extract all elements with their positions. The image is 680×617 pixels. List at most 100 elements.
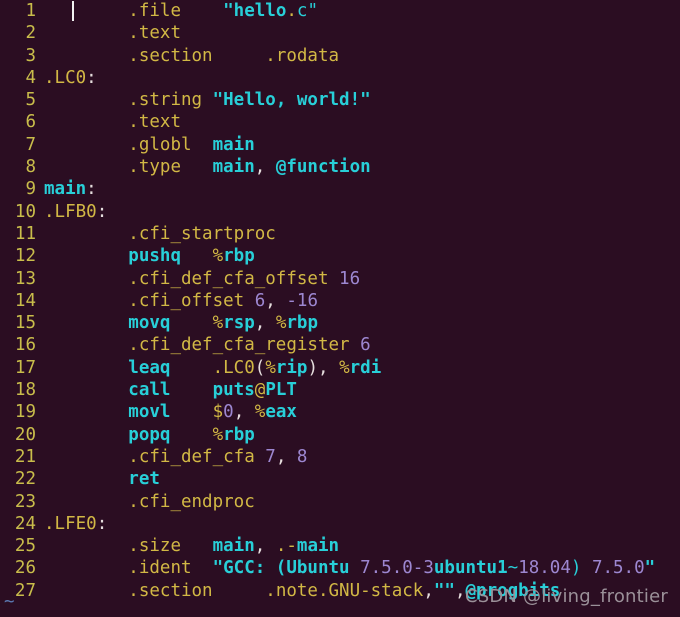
code-token: 18.04	[518, 558, 571, 579]
code-line[interactable]: 20 popq %rbp	[0, 424, 680, 446]
code-token: rip	[275, 357, 308, 378]
code-token: 7	[265, 446, 276, 467]
code-listing[interactable]: 1 .file "hello.c" 2 .text 3 .section .roda…	[0, 0, 680, 602]
code-token: .text	[128, 23, 181, 44]
code-line[interactable]: 25 .size main, .-main	[0, 535, 680, 557]
code-line[interactable]: 1 .file "hello.c"	[0, 0, 680, 22]
line-number: 3	[25, 45, 36, 66]
code-token: eax	[265, 402, 297, 423]
code-line[interactable]: 8 .type main, @function	[0, 156, 680, 178]
code-token: .cfi_def_cfa	[128, 446, 255, 467]
code-token: .cfi_startproc	[128, 223, 276, 244]
code-line[interactable]: 24 .LFE0:	[0, 513, 680, 535]
code-token: .cfi_endproc	[128, 491, 255, 512]
line-number: 26	[14, 558, 36, 579]
code-line-text: .section .rodata	[44, 45, 680, 67]
code-line[interactable]: 6 .text	[0, 111, 680, 133]
code-token: %	[212, 424, 224, 445]
code-token: rbp	[223, 424, 255, 445]
code-token: .rodata	[265, 45, 340, 66]
code-line[interactable]: 10 .LFB0:	[0, 201, 680, 223]
code-token: .ident	[128, 558, 192, 579]
code-token: .text	[128, 112, 181, 133]
code-token: ),	[307, 357, 340, 378]
code-token: ,	[254, 536, 276, 557]
code-line-text: .type main, @function	[44, 156, 680, 178]
code-token: leaq	[128, 357, 171, 378]
code-token: .	[275, 536, 287, 557]
code-line[interactable]: 4 .LC0:	[0, 67, 680, 89]
code-line[interactable]: 3 .section .rodata	[0, 45, 680, 67]
code-token: ,	[275, 446, 297, 467]
code-line-text: .LC0:	[44, 67, 680, 89]
code-line[interactable]: 18 call puts@PLT	[0, 379, 680, 401]
line-number: 22	[14, 469, 36, 490]
code-token: %	[212, 246, 224, 267]
code-token: -16	[286, 290, 318, 311]
code-line-text: movq %rsp, %rbp	[44, 312, 680, 334]
code-line[interactable]: 16 .cfi_def_cfa_register 6	[0, 334, 680, 356]
code-line[interactable]: 19 movl $0, %eax	[0, 401, 680, 423]
line-number: 1	[25, 1, 36, 21]
code-token: movq	[128, 313, 171, 334]
line-number: 12	[14, 246, 36, 267]
code-token: .note.GNU-stack	[265, 580, 424, 601]
code-line[interactable]: 15 movq %rsp, %rbp	[0, 312, 680, 334]
code-line[interactable]: 26 .ident "GCC: (Ubuntu 7.5.0-3ubuntu1~1…	[0, 557, 680, 579]
line-number: 18	[14, 380, 36, 401]
code-line[interactable]: 12 pushq %rbp	[0, 245, 680, 267]
code-token: .section	[128, 45, 213, 66]
code-line[interactable]: 21 .cfi_def_cfa 7, 8	[0, 446, 680, 468]
line-number: 23	[14, 491, 36, 512]
code-token: ret	[128, 469, 160, 490]
code-line[interactable]: 2 .text	[0, 22, 680, 44]
code-line[interactable]: 22 ret	[0, 468, 680, 490]
code-line-text: .file "hello.c"	[44, 0, 680, 22]
code-token: movl	[128, 402, 171, 423]
code-token: popq	[128, 424, 171, 445]
code-token: $	[212, 402, 224, 423]
line-number: 19	[14, 402, 36, 423]
code-token: ,	[454, 580, 466, 601]
code-token: -	[286, 536, 297, 557]
code-token: rbp	[223, 246, 255, 267]
code-line[interactable]: 13 .cfi_def_cfa_offset 16	[0, 268, 680, 290]
line-number: 24	[14, 513, 36, 534]
code-token: .LC0	[44, 67, 87, 88]
code-line-text: .cfi_startproc	[44, 223, 680, 245]
code-line[interactable]: 17 leaq .LC0(%rip), %rdi	[0, 357, 680, 379]
code-line-text: .size main, .-main	[44, 535, 680, 557]
line-number: 7	[25, 134, 36, 155]
text-cursor	[72, 1, 74, 21]
code-line[interactable]: 14 .cfi_offset 6, -16	[0, 290, 680, 312]
code-line[interactable]: 5 .string "Hello, world!"	[0, 89, 680, 111]
code-line[interactable]: 11 .cfi_startproc	[0, 223, 680, 245]
code-line[interactable]: 23 .cfi_endproc	[0, 491, 680, 513]
code-token: :	[96, 513, 108, 534]
code-token: :	[86, 67, 97, 88]
code-token: ""	[433, 580, 455, 601]
code-token: "Hello, world!"	[212, 90, 371, 111]
code-line[interactable]: 9 main:	[0, 178, 680, 200]
code-line[interactable]: 7 .globl main	[0, 134, 680, 156]
code-token: 6	[360, 335, 371, 356]
code-editor-window[interactable]: 1 .file "hello.c" 2 .text 3 .section .roda…	[0, 0, 680, 617]
